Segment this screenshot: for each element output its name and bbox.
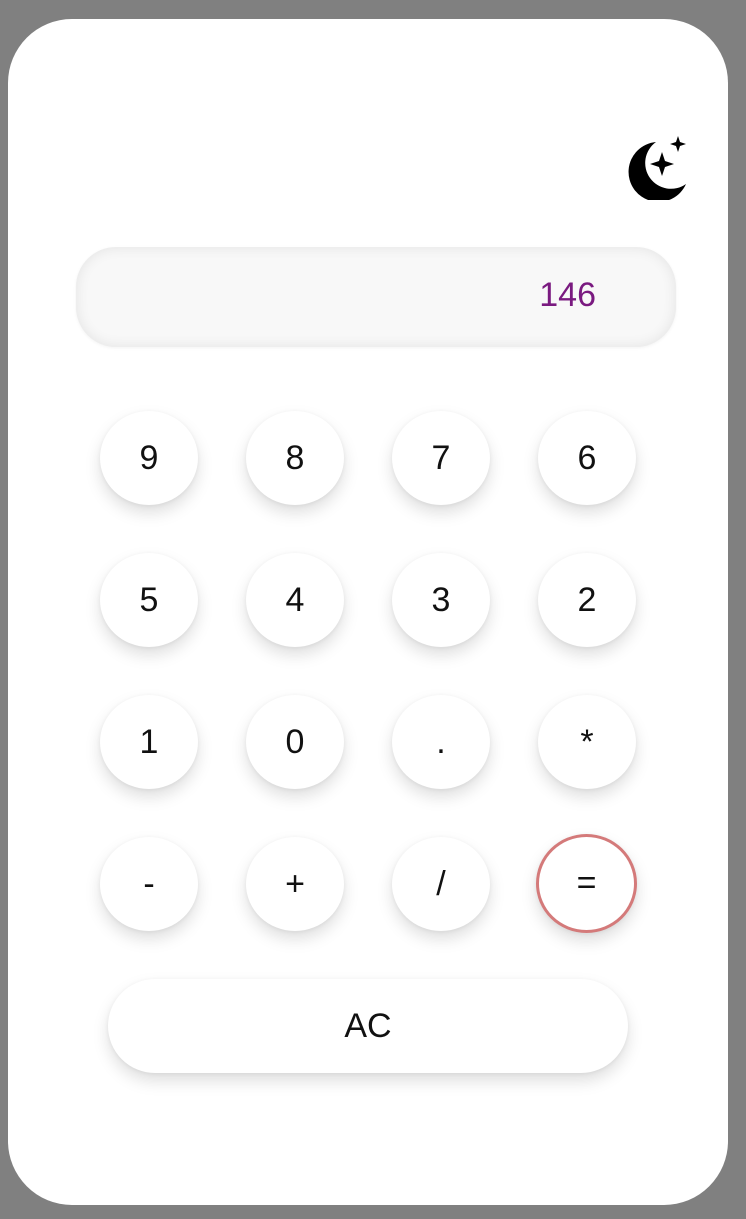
key-4[interactable]: 4 <box>246 553 344 647</box>
dark-mode-toggle[interactable] <box>618 134 690 200</box>
key-2[interactable]: 2 <box>538 553 636 647</box>
moon-stars-icon <box>628 136 686 200</box>
key-3[interactable]: 3 <box>392 553 490 647</box>
key-divide[interactable]: / <box>392 837 490 931</box>
display-value: 146 <box>539 276 596 314</box>
key-7[interactable]: 7 <box>392 411 490 505</box>
key-5[interactable]: 5 <box>100 553 198 647</box>
key-6[interactable]: 6 <box>538 411 636 505</box>
key-equals[interactable]: = <box>536 834 637 933</box>
clear-all-button[interactable]: AC <box>108 979 628 1073</box>
key-decimal[interactable]: . <box>392 695 490 789</box>
key-add[interactable]: + <box>246 837 344 931</box>
calculator-panel: 146 9 8 7 6 5 4 3 2 1 0 . * - + / = AC <box>8 19 728 1205</box>
key-8[interactable]: 8 <box>246 411 344 505</box>
key-9[interactable]: 9 <box>100 411 198 505</box>
calculator-display: 146 <box>76 247 676 347</box>
key-multiply[interactable]: * <box>538 695 636 789</box>
key-subtract[interactable]: - <box>100 837 198 931</box>
key-0[interactable]: 0 <box>246 695 344 789</box>
key-1[interactable]: 1 <box>100 695 198 789</box>
